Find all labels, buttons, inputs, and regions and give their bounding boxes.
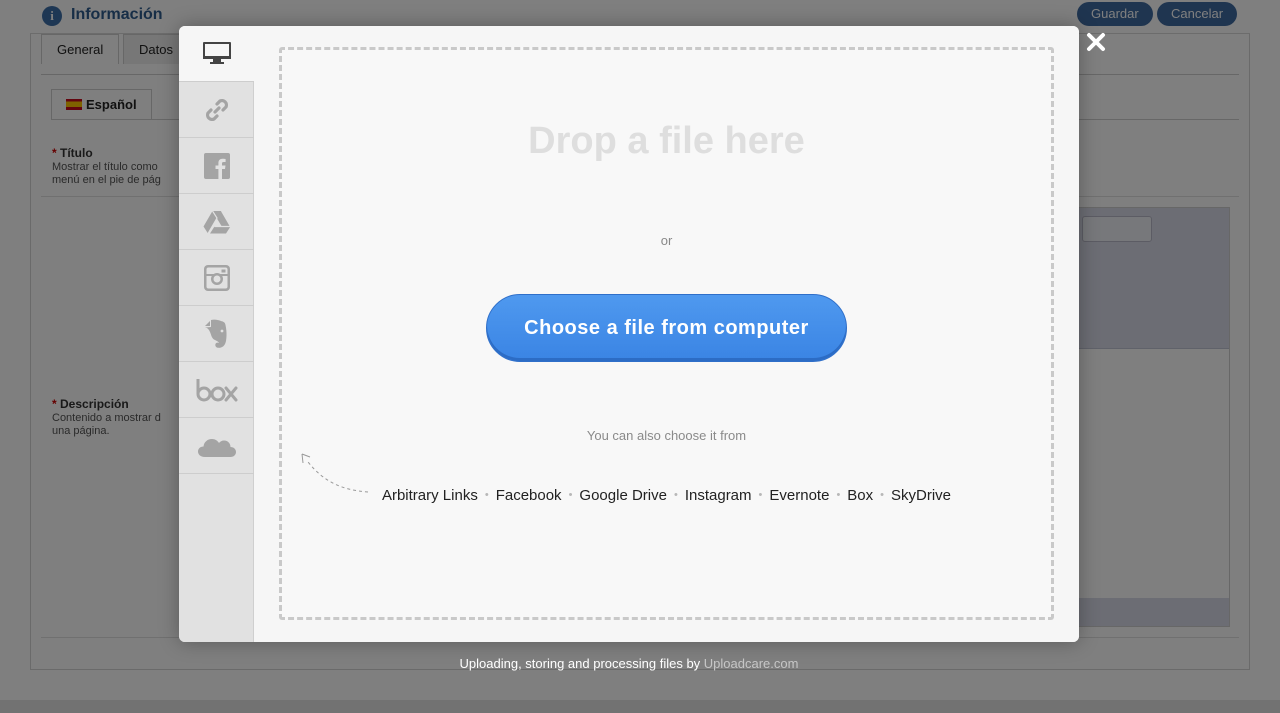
link-icon xyxy=(205,98,228,121)
source-link-box[interactable]: Box xyxy=(847,487,873,504)
upload-content: Drop a file here or Choose a file from c… xyxy=(254,26,1079,642)
tab-skydrive[interactable] xyxy=(179,418,254,474)
source-tabs xyxy=(179,26,255,642)
separator-dot: • xyxy=(836,489,841,501)
skydrive-icon xyxy=(197,438,236,457)
tab-link[interactable] xyxy=(179,82,254,138)
drop-title: Drop a file here xyxy=(528,120,805,162)
source-link-facebook[interactable]: Facebook xyxy=(496,487,562,504)
drop-zone[interactable]: Drop a file here or Choose a file from c… xyxy=(279,47,1054,620)
separator-dot: • xyxy=(484,489,489,501)
instagram-icon xyxy=(203,264,230,291)
tab-box[interactable] xyxy=(179,362,254,418)
tab-google-drive[interactable] xyxy=(179,194,254,250)
uploadcare-link[interactable]: Uploadcare.com xyxy=(704,656,799,671)
source-link-evernote[interactable]: Evernote xyxy=(769,487,829,504)
powered-by-footer: Uploading, storing and processing files … xyxy=(0,656,1258,671)
or-label: or xyxy=(660,233,673,248)
footer-text: Uploading, storing and processing files … xyxy=(459,656,704,671)
close-icon[interactable] xyxy=(1085,31,1107,53)
source-link-arbitrary-links[interactable]: Arbitrary Links xyxy=(382,487,478,504)
upload-dialog: Drop a file here or Choose a file from c… xyxy=(179,26,1079,642)
box-icon xyxy=(196,378,237,401)
choose-file-button[interactable]: Choose a file from computer xyxy=(486,294,847,362)
google-drive-icon xyxy=(203,210,231,234)
also-choose-label: You can also choose it from xyxy=(586,428,747,443)
tab-computer[interactable] xyxy=(179,26,255,82)
evernote-icon xyxy=(204,319,227,348)
tab-instagram[interactable] xyxy=(179,250,254,306)
facebook-icon xyxy=(203,152,230,179)
source-link-google-drive[interactable]: Google Drive xyxy=(579,487,667,504)
separator-dot: • xyxy=(758,489,763,501)
source-link-skydrive[interactable]: SkyDrive xyxy=(891,487,951,504)
separator-dot: • xyxy=(673,489,678,501)
separator-dot: • xyxy=(568,489,573,501)
computer-icon xyxy=(203,41,231,64)
tab-facebook[interactable] xyxy=(179,138,254,194)
source-links: Arbitrary Links • Facebook • Google Drive • In… xyxy=(282,487,1051,504)
separator-dot: • xyxy=(880,489,885,501)
source-link-instagram[interactable]: Instagram xyxy=(685,487,752,504)
tab-evernote[interactable] xyxy=(179,306,254,362)
